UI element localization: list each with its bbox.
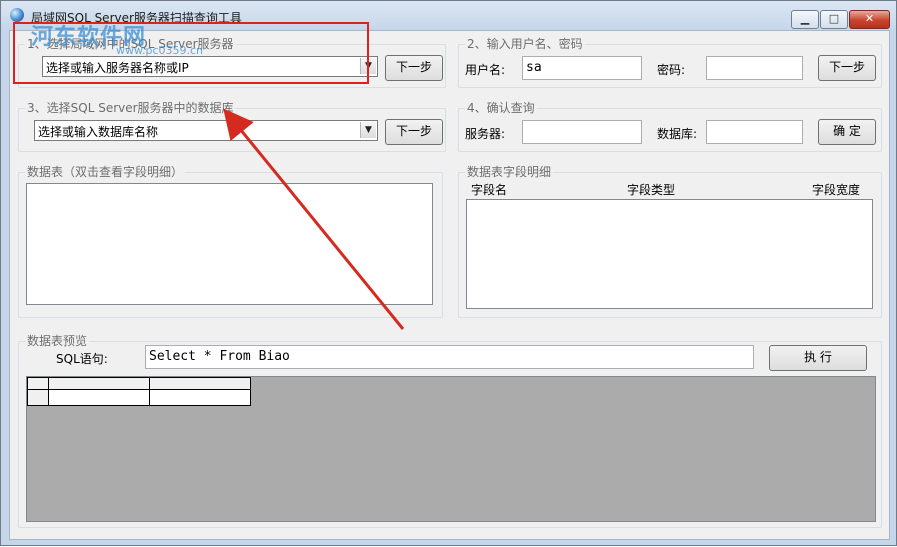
red-annotation-arrow (223, 108, 405, 330)
app-window: 局域网SQL Server服务器扫描查询工具 ▁ □ ✕ 1、选择局域网中的SQ… (0, 0, 897, 546)
arrow-line (223, 108, 405, 330)
